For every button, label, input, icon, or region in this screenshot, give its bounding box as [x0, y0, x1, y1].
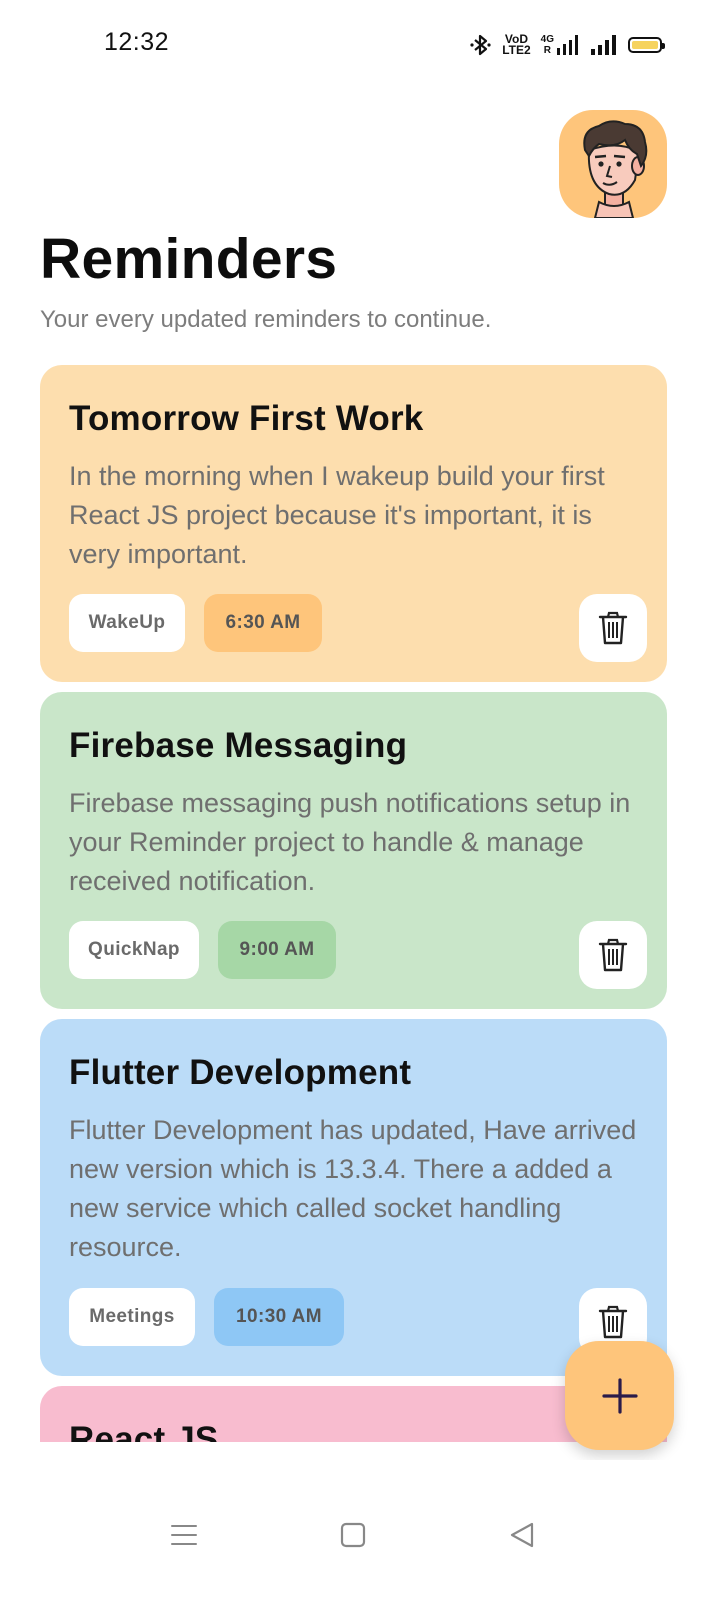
status-time: 12:32	[104, 28, 170, 56]
reminder-list[interactable]: Tomorrow First Work In the morning when …	[40, 365, 667, 1442]
status-bar: 12:32 VoD LTE2 4G R	[0, 0, 720, 90]
volte-icon: VoD LTE2	[502, 32, 531, 57]
reminder-card[interactable]: Tomorrow First Work In the morning when …	[40, 365, 667, 682]
menu-button[interactable]	[154, 1510, 214, 1560]
reminder-tag[interactable]: WakeUp	[69, 594, 185, 652]
reminder-description: Flutter Development has updated, Have ar…	[69, 1115, 637, 1262]
home-square-icon	[340, 1522, 366, 1548]
reminder-title: React JS	[69, 1420, 219, 1442]
reminder-time[interactable]: 10:30 AM	[214, 1288, 344, 1346]
home-button[interactable]	[323, 1510, 383, 1560]
4g-signal-icon: 4G R	[541, 34, 580, 56]
system-nav-bar	[0, 1460, 720, 1600]
reminder-tag[interactable]: QuickNap	[69, 921, 199, 979]
reminder-tag[interactable]: Meetings	[69, 1288, 195, 1346]
menu-icon	[171, 1525, 197, 1545]
page-subtitle: Your every updated reminders to continue…	[40, 306, 492, 333]
plus-icon	[601, 1377, 638, 1414]
status-icons: VoD LTE2 4G R	[470, 30, 665, 60]
battery-icon	[628, 37, 665, 53]
signal-icon	[591, 35, 616, 55]
add-reminder-button[interactable]	[565, 1341, 674, 1450]
trash-icon	[598, 611, 628, 645]
trash-icon	[598, 1305, 628, 1339]
reminder-title: Firebase Messaging	[69, 726, 408, 765]
reminder-card[interactable]: Flutter Development Flutter Development …	[40, 1019, 667, 1376]
delete-button[interactable]	[579, 594, 647, 662]
reminder-description: In the morning when I wakeup build your …	[69, 461, 605, 569]
avatar-face-icon	[583, 120, 648, 218]
delete-button[interactable]	[579, 921, 647, 989]
avatar[interactable]	[559, 110, 667, 218]
reminder-time[interactable]: 9:00 AM	[218, 921, 336, 979]
reminder-title: Tomorrow First Work	[69, 399, 424, 438]
reminder-card[interactable]: Firebase Messaging Firebase messaging pu…	[40, 692, 667, 1009]
reminder-description: Firebase messaging push notifications se…	[69, 788, 631, 896]
back-button[interactable]	[492, 1510, 552, 1560]
reminder-time[interactable]: 6:30 AM	[204, 594, 322, 652]
page-title: Reminders	[40, 227, 338, 291]
trash-icon	[598, 938, 628, 972]
back-triangle-icon	[510, 1522, 534, 1548]
bluetooth-icon	[470, 34, 491, 56]
reminder-title: Flutter Development	[69, 1053, 412, 1092]
